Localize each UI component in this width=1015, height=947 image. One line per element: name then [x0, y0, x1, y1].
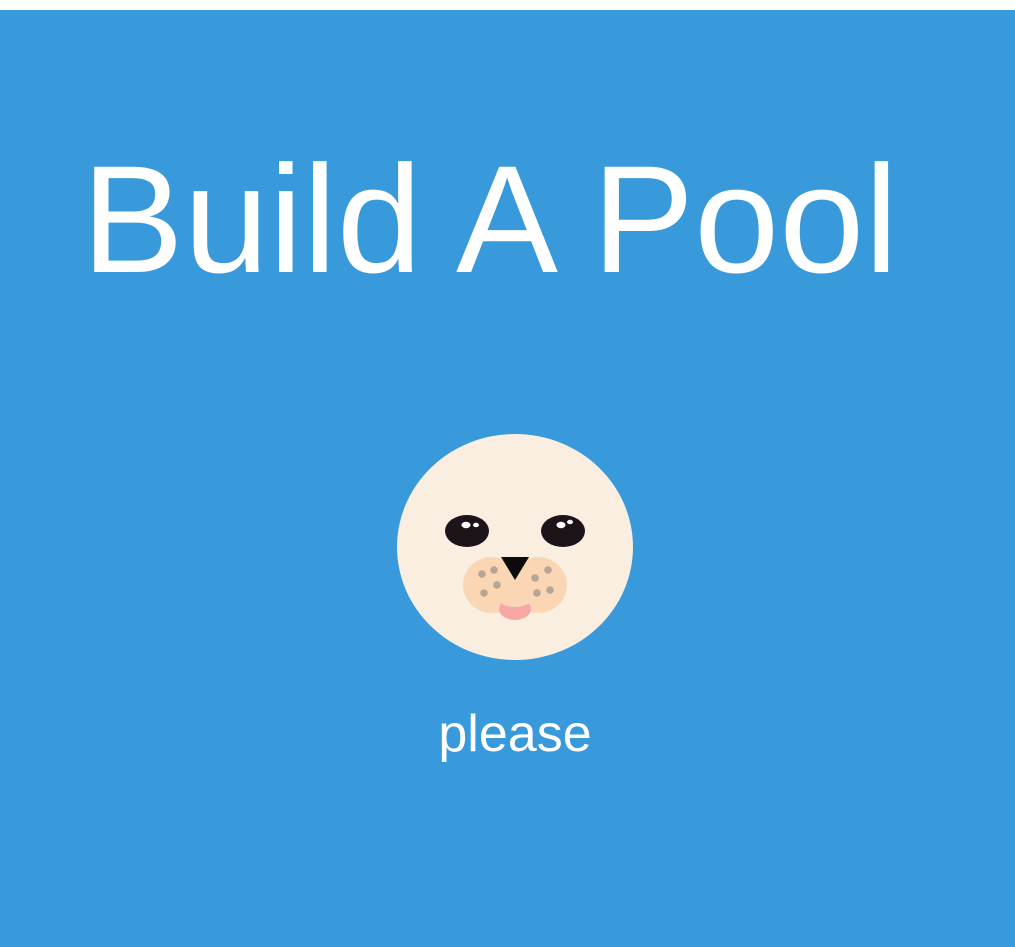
seal-eye-left-shine-small	[473, 522, 479, 528]
seal-eye-left	[445, 515, 489, 547]
seal-eye-right-shine-small	[567, 519, 573, 525]
seal-eye-left-shine	[461, 521, 471, 529]
caption-text: please	[438, 705, 592, 763]
seal-head	[397, 434, 633, 660]
seal-eye-right-shine	[556, 521, 566, 529]
seal-face-icon	[397, 434, 633, 660]
page-title: Build A Pool	[81, 134, 899, 305]
seal-eye-right	[541, 515, 585, 547]
page-background: Build A Pool please	[0, 10, 1015, 947]
